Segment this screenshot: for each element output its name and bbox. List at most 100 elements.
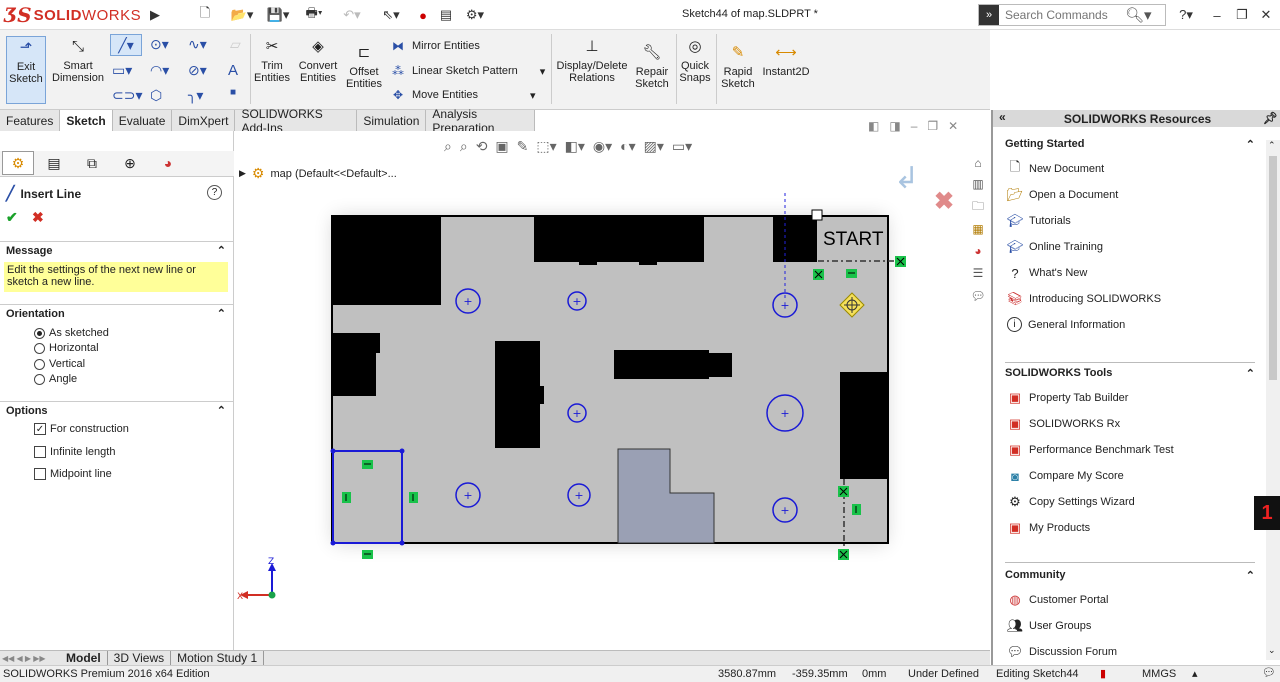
linear-sketch-pattern-button[interactable]: ⁂ Linear Sketch Pattern ▾: [390, 63, 545, 79]
search-icon[interactable]: 🔍︎▾: [1125, 6, 1152, 24]
chat-icon[interactable]: 💬︎: [1262, 666, 1276, 679]
instant2d-button[interactable]: ⟷ Instant2D: [760, 42, 812, 78]
quick-snaps-button[interactable]: ◎ Quick Snaps: [678, 36, 712, 84]
design-library-icon[interactable]: ▥: [970, 176, 986, 192]
open-document-link[interactable]: 📂︎ Open a Document: [1007, 187, 1119, 203]
resources-scrollbar[interactable]: ⌃ ⌄: [1266, 140, 1280, 660]
tab-analysis-preparation[interactable]: Analysis Preparation: [426, 107, 535, 135]
trim-entities-button[interactable]: ✂ Trim Entities: [254, 36, 290, 84]
online-training-link[interactable]: 🎓︎ Online Training: [1007, 239, 1103, 255]
exit-sketch-button[interactable]: ⬏ Exit Sketch: [6, 36, 46, 104]
sketch-canvas[interactable]: START + + + + + + ++ Z X: [234, 131, 990, 651]
print-icon[interactable]: 🖶▾: [302, 5, 326, 25]
my-products-link[interactable]: ▣ My Products: [1007, 520, 1090, 536]
solidworks-logo[interactable]: ƷS SOLIDWORKS: [4, 2, 144, 28]
chevron-down-icon[interactable]: ▾: [530, 89, 536, 102]
tab-3d-views[interactable]: 3D Views: [108, 650, 172, 666]
view-palette-icon[interactable]: ▦: [970, 221, 986, 237]
rebuild-status-icon[interactable]: ▮: [1100, 667, 1106, 680]
display-manager-icon[interactable]: ◕: [150, 151, 186, 175]
tab-addins[interactable]: SOLIDWORKS Add-Ins: [235, 107, 358, 135]
chevron-up-icon[interactable]: ▴: [1192, 667, 1198, 680]
text-tool-icon[interactable]: A: [228, 62, 238, 79]
tab-simulation[interactable]: Simulation: [357, 110, 427, 131]
tutorials-link[interactable]: 🎓︎ Tutorials: [1007, 213, 1071, 229]
tab-sketch[interactable]: Sketch: [60, 110, 113, 131]
orientation-section-header[interactable]: Orientation ⌃: [0, 304, 234, 322]
radio-angle[interactable]: Angle: [34, 373, 77, 385]
copy-settings-wizard-link[interactable]: ⚙ Copy Settings Wizard: [1007, 494, 1135, 510]
fillet-tool-icon[interactable]: ╮▾: [188, 87, 203, 104]
pin-icon[interactable]: 📌︎: [1263, 111, 1278, 125]
discussion-forum-link[interactable]: 💬︎ Discussion Forum: [1007, 644, 1117, 660]
checkbox-midpoint-line[interactable]: Midpoint line: [34, 468, 112, 480]
getting-started-header[interactable]: Getting Started ⌃: [1005, 138, 1255, 151]
new-document-icon[interactable]: 🗋: [195, 5, 215, 25]
cancel-x-icon[interactable]: ✖: [32, 209, 44, 226]
display-delete-relations-button[interactable]: ⊥ Display/Delete Relations: [556, 36, 628, 84]
home-icon[interactable]: ⌂: [970, 155, 986, 171]
tab-dimxpert[interactable]: DimXpert: [172, 110, 236, 131]
smart-dimension-button[interactable]: ⤡ Smart Dimension: [50, 36, 106, 84]
offset-entities-button[interactable]: ⊏ Offset Entities: [344, 42, 384, 90]
solidworks-tools-header[interactable]: SOLIDWORKS Tools ⌃: [1005, 367, 1255, 380]
rapid-sketch-button[interactable]: ✎ Rapid Sketch: [720, 42, 756, 90]
customer-portal-link[interactable]: ◍ Customer Portal: [1007, 592, 1108, 608]
restore-icon[interactable]: ❐: [1234, 5, 1250, 25]
unit-system[interactable]: MMGS: [1142, 668, 1176, 680]
custom-properties-icon[interactable]: ☰: [970, 265, 986, 281]
property-tab-builder-link[interactable]: ▣ Property Tab Builder: [1007, 390, 1129, 406]
radio-vertical[interactable]: Vertical: [34, 358, 85, 370]
polygon-tool-icon[interactable]: ⬡: [150, 87, 162, 104]
new-document-link[interactable]: 🗋 New Document: [1007, 159, 1104, 177]
property-manager-icon[interactable]: ▤: [36, 151, 72, 175]
solidworks-rx-link[interactable]: ▣ SOLIDWORKS Rx: [1007, 416, 1120, 432]
minimize-icon[interactable]: –: [1210, 5, 1224, 25]
save-icon[interactable]: 💾▾: [266, 5, 290, 25]
convert-entities-button[interactable]: ◈ Convert Entities: [296, 36, 340, 84]
circle-tool-icon[interactable]: ⊙▾: [150, 36, 169, 53]
arc-tool-icon[interactable]: ◠▾: [150, 62, 169, 79]
repair-sketch-button[interactable]: 🔧︎ Repair Sketch: [632, 42, 672, 90]
slot-tool-icon[interactable]: ⊂⊃▾: [112, 87, 143, 104]
search-input[interactable]: [1005, 8, 1125, 22]
ok-check-icon[interactable]: ✔: [6, 209, 18, 226]
move-entities-button[interactable]: ✥ Move Entities ▾: [390, 87, 536, 103]
user-groups-link[interactable]: 👥︎ User Groups: [1007, 618, 1092, 634]
rebuild-icon[interactable]: ●: [416, 5, 430, 25]
expand-menu-icon[interactable]: ▶: [148, 5, 162, 25]
tab-evaluate[interactable]: Evaluate: [113, 110, 173, 131]
checkbox-for-construction[interactable]: ✓ For construction: [34, 423, 129, 435]
appearances-icon[interactable]: ◕: [970, 243, 986, 259]
general-information-link[interactable]: i General Information: [1007, 317, 1125, 332]
tab-motion-study[interactable]: Motion Study 1: [171, 650, 265, 666]
rectangle-tool-icon[interactable]: ▭▾: [112, 62, 132, 79]
mirror-entities-button[interactable]: ⧓ Mirror Entities: [390, 38, 480, 54]
configuration-manager-icon[interactable]: ⧉: [74, 151, 110, 175]
feature-manager-icon[interactable]: ⚙: [2, 151, 34, 175]
point-tool-icon[interactable]: ■: [230, 87, 236, 98]
radio-horizontal[interactable]: Horizontal: [34, 342, 99, 354]
community-header[interactable]: Community ⌃: [1005, 569, 1255, 582]
dimxpert-manager-icon[interactable]: ⊕: [112, 151, 148, 175]
open-icon[interactable]: 📂▾: [230, 5, 254, 25]
tab-model[interactable]: Model: [60, 650, 108, 666]
options-section-header[interactable]: Options ⌃: [0, 401, 234, 419]
help-icon[interactable]: ?▾: [1176, 5, 1196, 25]
tab-features[interactable]: Features: [0, 110, 61, 131]
radio-as-sketched[interactable]: As sketched: [34, 327, 109, 339]
introducing-solidworks-link[interactable]: 📚︎ Introducing SOLIDWORKS: [1007, 291, 1161, 307]
select-icon[interactable]: ⇖▾: [378, 5, 404, 25]
notification-badge[interactable]: 1: [1254, 496, 1280, 530]
graphics-area[interactable]: ⌕ ⌕ ⟲ ▣ ✎ ⬚▾ ◧▾ ◉▾ ◐▾ ▨▾ ▭▾ ◧ ◨ – ❐ ✕ ▶ …: [234, 119, 990, 651]
tab-navigation-arrows[interactable]: ◀◀ ◀ ▶ ▶▶: [0, 651, 60, 666]
performance-benchmark-link[interactable]: ▣ Performance Benchmark Test: [1007, 442, 1174, 458]
forum-icon[interactable]: 💬︎: [970, 288, 986, 304]
compare-my-score-link[interactable]: ◙ Compare My Score: [1007, 468, 1124, 484]
plane-tool-icon[interactable]: ▱: [230, 36, 241, 53]
line-tool-button[interactable]: ╱▾: [110, 34, 142, 56]
options-gear-icon[interactable]: ⚙▾: [462, 5, 488, 25]
undo-icon[interactable]: ↶▾: [340, 5, 364, 25]
file-properties-icon[interactable]: ▤: [438, 5, 454, 25]
help-icon[interactable]: ?: [207, 185, 222, 200]
